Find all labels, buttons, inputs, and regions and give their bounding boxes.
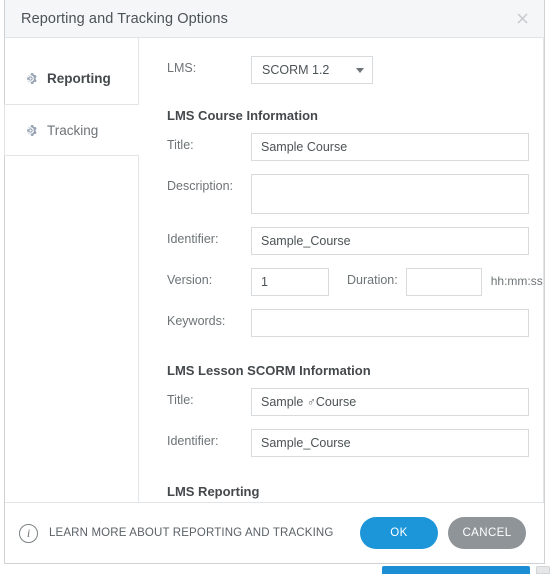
lesson-identifier-row: Identifier: Sample_Course — [139, 429, 544, 457]
lesson-title-row: Title: Sample ♂Course — [139, 388, 544, 416]
background-gray-bar — [536, 566, 550, 574]
lesson-title-text-before: Sample — [261, 395, 307, 409]
section-heading-lesson: LMS Lesson SCORM Information — [167, 363, 371, 378]
course-version-label: Version: — [167, 273, 213, 287]
dialog-title-bar: Reporting and Tracking Options — [5, 0, 544, 38]
course-description-input[interactable] — [251, 174, 529, 214]
gear-icon — [23, 71, 38, 86]
lesson-title-text-after: Course — [315, 395, 357, 409]
sidebar-item-label: Reporting — [47, 70, 111, 86]
learn-more-link[interactable]: i LEARN MORE ABOUT REPORTING AND TRACKIN… — [19, 523, 360, 543]
section-heading-reporting: LMS Reporting — [167, 484, 260, 499]
chevron-down-icon — [356, 67, 364, 73]
dialog-footer: i LEARN MORE ABOUT REPORTING AND TRACKIN… — [5, 502, 544, 563]
course-keywords-row: Keywords: — [139, 309, 544, 337]
sidebar-item-reporting[interactable]: Reporting — [5, 52, 138, 104]
learn-more-label: LEARN MORE ABOUT REPORTING AND TRACKING — [49, 527, 334, 539]
course-title-input[interactable]: Sample Course — [251, 133, 529, 161]
lms-select[interactable]: SCORM 1.2 — [251, 56, 373, 84]
cancel-button[interactable]: CANCEL — [448, 517, 526, 549]
course-title-row: Title: Sample Course — [139, 133, 544, 161]
close-icon[interactable] — [508, 5, 536, 33]
duration-format-hint: hh:mm:ss — [490, 274, 543, 288]
course-keywords-input[interactable] — [251, 309, 529, 337]
course-identifier-label: Identifier: — [167, 232, 219, 246]
dialog-content: LMS: SCORM 1.2 LMS Course Information Ti… — [139, 38, 544, 502]
text-cursor-glyph: ♂ — [306, 395, 316, 409]
lms-row: LMS: SCORM 1.2 — [139, 56, 544, 84]
lms-label: LMS: — [167, 61, 197, 75]
page-title: Reporting and Tracking Options — [21, 10, 228, 27]
dialog-body: Reporting Tracking LMS: SCORM 1.2 LMS Co… — [4, 38, 544, 502]
gear-icon — [23, 123, 38, 138]
course-identifier-input[interactable]: Sample_Course — [251, 227, 529, 255]
content-scrollbar[interactable] — [543, 38, 544, 502]
lesson-identifier-label: Identifier: — [167, 434, 219, 448]
course-version-duration-row: Version: 1 Duration: hh:mm:ss — [139, 268, 544, 296]
lms-select-value: SCORM 1.2 — [262, 63, 330, 77]
lesson-title-input[interactable]: Sample ♂Course — [251, 388, 529, 416]
course-description-row: Description: — [139, 174, 544, 214]
course-title-label: Title: — [167, 138, 194, 152]
ok-button[interactable]: OK — [360, 517, 438, 549]
lesson-title-label: Title: — [167, 393, 194, 407]
sidebar-item-label: Tracking — [47, 122, 99, 138]
reporting-and-tracking-dialog: Reporting and Tracking Options Reporting — [4, 0, 545, 564]
course-duration-label: Duration: — [347, 273, 398, 287]
background-blue-bar — [382, 566, 530, 574]
course-description-label: Description: — [167, 179, 233, 193]
section-heading-course: LMS Course Information — [167, 108, 318, 123]
lesson-identifier-input[interactable]: Sample_Course — [251, 429, 529, 457]
sidebar-item-tracking[interactable]: Tracking — [4, 104, 139, 156]
info-icon: i — [19, 523, 38, 543]
course-duration-input[interactable] — [405, 268, 482, 296]
course-identifier-row: Identifier: Sample_Course — [139, 227, 544, 255]
course-keywords-label: Keywords: — [167, 314, 226, 328]
dialog-sidebar: Reporting Tracking — [4, 38, 139, 502]
course-version-input[interactable]: 1 — [251, 268, 329, 296]
